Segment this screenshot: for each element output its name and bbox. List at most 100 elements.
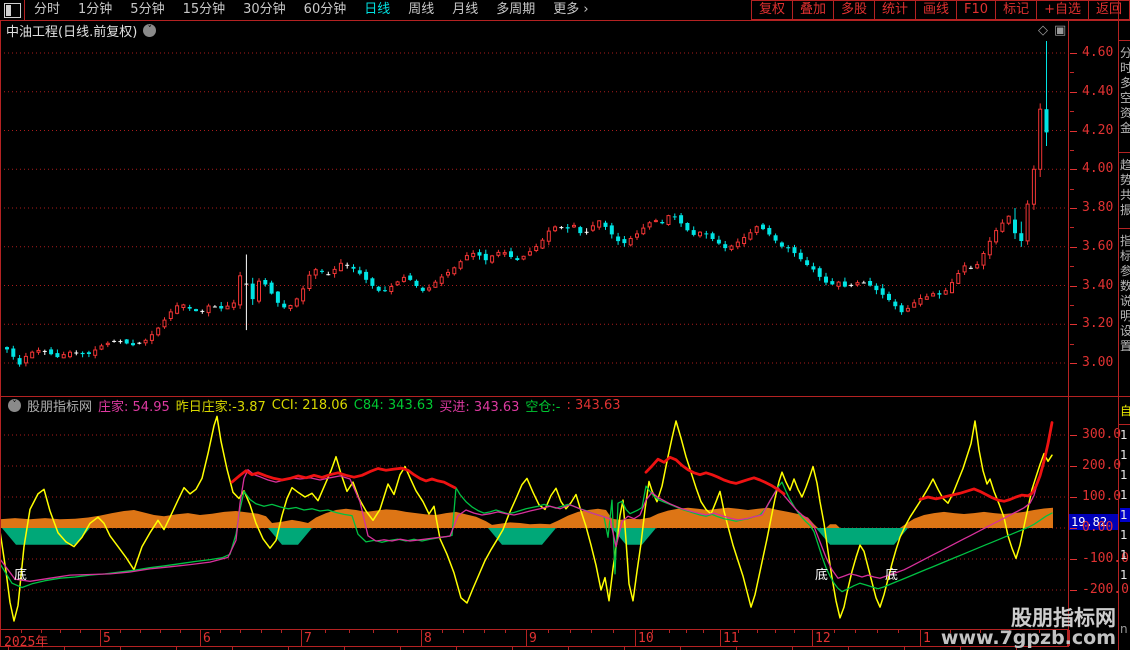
strip-list-item[interactable]: 1 <box>1120 448 1130 462</box>
price-axis-label: 4.40 <box>1082 83 1114 99</box>
indicator-header-item: C84: 343.63 <box>353 398 434 413</box>
indicator-header-item: CCI: 218.06 <box>271 398 348 413</box>
indicator-axis-label: 0.00 <box>1082 520 1114 535</box>
diamond-icon[interactable]: ◇ <box>1038 23 1048 38</box>
indicator-axis: 19.82 300.0 200.0 100.0 0.00 -100.0 -200.0 <box>1068 397 1129 626</box>
time-tick <box>613 630 615 633</box>
button-duogu[interactable]: 多股 <box>832 0 874 20</box>
tab-multi-period[interactable]: 多周期 <box>487 0 544 20</box>
axis-border <box>1068 21 1069 647</box>
axis-tick <box>1070 246 1077 248</box>
period-menu: 分时 1分钟 5分钟 15分钟 30分钟 60分钟 日线 周线 月线 多周期 更… <box>0 0 598 20</box>
tab-30min[interactable]: 30分钟 <box>234 0 295 20</box>
axis-minor-tick <box>1070 111 1074 113</box>
indicator-header-item: 庄家: 54.95 <box>98 400 170 415</box>
time-tick <box>898 630 900 633</box>
tab-more[interactable]: 更多 › <box>544 0 597 20</box>
strip-list-item[interactable]: 1 <box>1120 428 1130 442</box>
split-window-icon[interactable]: ▣ <box>1054 23 1066 38</box>
indicator-chart[interactable]: 底底底 <box>0 397 1068 626</box>
indicator-header-item: 昨日庄家:-3.87 <box>175 400 266 415</box>
axis-tick <box>1070 466 1077 467</box>
button-tongji[interactable]: 统计 <box>874 0 916 20</box>
watermark: 股朋指标网 www.7gpzb.com <box>941 607 1116 649</box>
strip-divider <box>1119 424 1130 425</box>
strip-divider <box>1119 228 1130 229</box>
tab-weekly[interactable]: 周线 <box>399 0 443 20</box>
layout-toggle-icon[interactable] <box>4 2 21 18</box>
time-axis-label: 1 <box>923 631 931 646</box>
time-tick <box>160 630 161 633</box>
axis-tick <box>1070 53 1077 54</box>
strip-menu-item[interactable]: 置 <box>1120 337 1130 354</box>
time-tick <box>833 630 835 633</box>
axis-tick <box>1070 130 1077 132</box>
chart-title-bar[interactable]: 中油工程(日线.前复权) ˅ <box>0 21 157 40</box>
indicator-header[interactable]: ˅ 股朋指标网 庄家: 54.95 昨日庄家:-3.87 CCI: 218.06 C8… <box>2 398 621 415</box>
time-tick <box>260 630 262 633</box>
strip-list-item[interactable]: 1 <box>1120 528 1130 542</box>
tab-fenshi[interactable]: 分时 <box>25 0 69 20</box>
axis-tick <box>1070 208 1077 209</box>
strip-list-item[interactable]: 1 <box>1120 568 1130 582</box>
time-tick <box>325 630 326 633</box>
button-f10[interactable]: F10 <box>956 0 996 20</box>
time-axis-label: 9 <box>529 631 537 646</box>
tab-monthly[interactable]: 月线 <box>443 0 487 20</box>
button-huaxian[interactable]: 画线 <box>915 0 957 20</box>
button-add-watchlist[interactable]: +自选 <box>1036 0 1088 20</box>
time-axis-label: 5 <box>103 631 111 646</box>
price-axis-label: 4.20 <box>1082 122 1114 138</box>
price-axis-label: 4.00 <box>1082 161 1114 177</box>
time-tick <box>120 630 121 633</box>
tab-daily[interactable]: 日线 <box>355 0 399 20</box>
indicator-axis-label: 100.0 <box>1082 489 1122 504</box>
bottom-signal-label: 底 <box>885 567 898 583</box>
candlestick-chart[interactable] <box>0 41 1068 396</box>
watermark-url: www.7gpzb.com <box>940 627 1116 650</box>
time-tick <box>373 630 374 633</box>
strip-list-item[interactable]: 1 <box>1120 508 1130 522</box>
time-tick <box>738 630 740 633</box>
tab-5min[interactable]: 5分钟 <box>121 0 173 20</box>
axis-tick <box>1070 497 1077 498</box>
time-tick <box>80 630 82 633</box>
time-axis-cell: 7 <box>301 630 422 646</box>
chevron-down-icon[interactable]: ˅ <box>143 24 157 37</box>
button-fuquan[interactable]: 复权 <box>750 0 792 20</box>
strip-list-item[interactable]: 1 <box>1120 548 1130 562</box>
tab-60min[interactable]: 60分钟 <box>295 0 356 20</box>
time-axis-label: 7 <box>304 631 312 646</box>
axis-tick <box>1070 559 1077 560</box>
time-axis-label: 10 <box>638 631 654 646</box>
time-tick <box>140 630 141 633</box>
time-axis-cell: 5 <box>100 630 201 646</box>
axis-minor-tick <box>1070 304 1074 306</box>
strip-menu-item[interactable]: 自 <box>1120 402 1130 419</box>
indicator-header-item: : 343.63 <box>566 398 621 413</box>
time-axis-cell: 9 <box>526 630 636 646</box>
strip-list-item[interactable]: 1 <box>1120 488 1130 502</box>
axis-tick <box>1070 169 1077 171</box>
right-side-strip[interactable]: 分时多空资金趋势共振指标参数说明设置自11111111n <box>1118 0 1130 650</box>
price-axis-label: 3.80 <box>1082 200 1114 215</box>
tab-1min[interactable]: 1分钟 <box>69 0 121 20</box>
strip-list-item[interactable]: 1 <box>1120 468 1130 482</box>
time-tick <box>669 630 670 633</box>
axis-minor-tick <box>1070 343 1074 345</box>
strip-menu-item[interactable]: 振 <box>1120 201 1130 218</box>
strip-menu-item[interactable]: 金 <box>1120 119 1130 136</box>
indicator-axis-label: -100.0 <box>1082 551 1129 566</box>
button-biaoji[interactable]: 标记 <box>995 0 1037 20</box>
collapse-icon[interactable]: ˅ <box>8 399 21 412</box>
indicator-header-item: 买进: 343.63 <box>439 400 520 415</box>
time-tick <box>484 630 485 633</box>
tab-15min[interactable]: 15分钟 <box>174 0 235 20</box>
button-diejia[interactable]: 叠加 <box>791 0 833 20</box>
time-tick <box>60 630 62 633</box>
axis-tick <box>1070 435 1077 436</box>
chart-corner-icons: ◇ ▣ <box>1038 21 1078 39</box>
time-axis-cell: 8 <box>421 630 527 646</box>
time-tick <box>756 630 758 633</box>
time-axis-label: 11 <box>723 631 739 646</box>
